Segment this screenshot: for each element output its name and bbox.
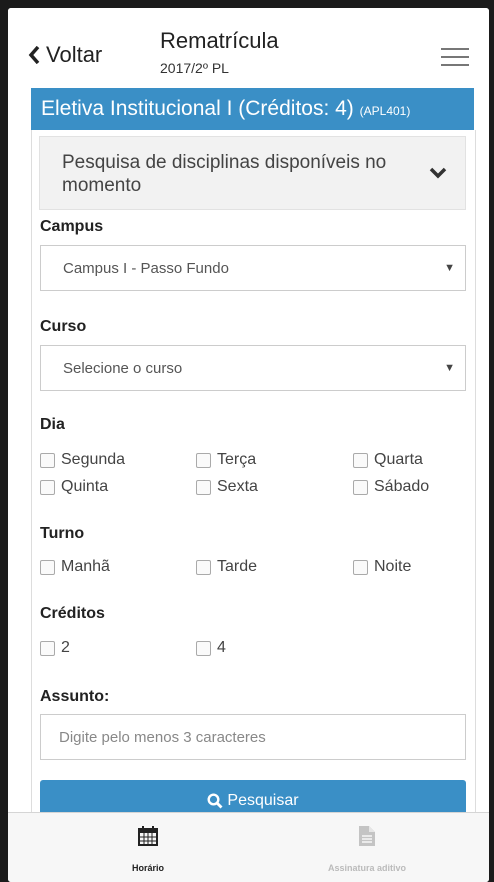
tab-assinatura-aditivo[interactable]: Assinatura aditivo [267,813,467,882]
checkbox-box[interactable] [196,640,211,656]
top-bar: Voltar Rematrícula 2017/2º PL [8,8,489,88]
tab-horario-label: Horário [131,863,164,873]
dia-checkbox-quinta[interactable]: Quinta [40,478,108,496]
checkbox-box[interactable] [40,479,55,495]
tab-horario[interactable]: Horário [48,813,248,882]
dia-checkbox-segunda[interactable]: Segunda [40,451,125,469]
assunto-label: Assunto: [40,688,110,705]
curso-select-value: Selecione o curso [63,360,183,377]
curso-select[interactable]: Selecione o curso ▼ [40,345,466,391]
checkbox-box[interactable] [353,452,368,468]
turno-checkbox-tarde[interactable]: Tarde [196,558,257,576]
document-icon [359,826,375,846]
panel-header: Eletiva Institucional I (Créditos: 4) (A… [31,88,474,130]
creditos-checkbox-4[interactable]: 4 [196,639,226,657]
checkbox-label: Segunda [61,451,126,468]
checkbox-label: Tarde [217,558,258,575]
search-section-title: Pesquisa de disciplinas disponíveis no m… [62,152,387,196]
creditos-checkbox-2[interactable]: 2 [40,639,70,657]
back-label: Voltar [46,42,103,67]
checkbox-label: 4 [217,639,226,656]
assunto-input[interactable]: Digite pelo menos 3 caracteres [40,714,466,760]
dia-label: Dia [40,416,65,433]
checkbox-label: Quarta [374,451,423,468]
checkbox-box[interactable] [196,479,211,495]
checkbox-box[interactable] [353,559,368,575]
app-screen: Voltar Rematrícula 2017/2º PL Eletiva In… [8,8,489,882]
search-icon [207,793,223,809]
checkbox-label: Sexta [217,478,258,495]
checkbox-box[interactable] [40,640,55,656]
checkbox-label: Manhã [61,558,110,575]
chevron-down-icon [429,167,447,179]
campus-select-value: Campus I - Passo Fundo [63,260,229,277]
checkbox-box[interactable] [196,559,211,575]
checkbox-label: Noite [374,558,412,575]
hamburger-menu-icon[interactable] [441,48,469,68]
dia-checkbox-sexta[interactable]: Sexta [196,478,258,496]
page-title: Rematrícula [160,28,279,53]
search-section-toggle[interactable]: Pesquisa de disciplinas disponíveis no m… [39,136,466,210]
calendar-icon [138,826,158,846]
chevron-left-icon [28,46,40,64]
panel-title: Eletiva Institucional I (Créditos: 4) [41,97,354,120]
checkbox-label: Sábado [374,478,430,495]
checkbox-label: Terça [217,451,257,468]
checkbox-box[interactable] [353,479,368,495]
turno-label: Turno [40,525,85,542]
checkbox-label: Quinta [61,478,109,495]
panel-code: (APL401) [359,104,411,118]
curso-label: Curso [40,318,87,335]
dropdown-arrow-icon: ▼ [444,362,455,374]
campus-select[interactable]: Campus I - Passo Fundo ▼ [40,245,466,291]
checkbox-label: 2 [61,639,70,656]
bottom-nav: Horário Assinatura aditivo [8,812,489,882]
dia-checkbox-terca[interactable]: Terça [196,451,256,469]
turno-checkbox-noite[interactable]: Noite [353,558,411,576]
page-subtitle: 2017/2º PL [160,60,229,76]
dia-checkbox-quarta[interactable]: Quarta [353,451,423,469]
turno-checkbox-manha[interactable]: Manhã [40,558,110,576]
back-button[interactable]: Voltar [28,42,102,68]
creditos-label: Créditos [40,605,105,622]
checkbox-box[interactable] [196,452,211,468]
assunto-placeholder: Digite pelo menos 3 caracteres [59,729,266,746]
checkbox-box[interactable] [40,559,55,575]
dia-checkbox-sabado[interactable]: Sábado [353,478,429,496]
campus-label: Campus [40,218,104,235]
checkbox-box[interactable] [40,452,55,468]
dropdown-arrow-icon: ▼ [444,262,455,274]
tab-assinatura-label: Assinatura aditivo [327,863,407,873]
